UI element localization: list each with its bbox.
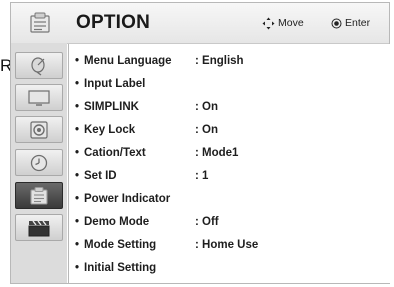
menu-item-power-indicator[interactable]: • Power Indicator: [69, 189, 390, 209]
hint-move: Move: [262, 15, 304, 31]
menu-item-mode-setting[interactable]: • Mode Setting : Home Use: [69, 235, 390, 255]
bullet: •: [75, 193, 80, 205]
sidebar-item-picture[interactable]: [15, 84, 63, 111]
sidebar-item-time[interactable]: [15, 149, 63, 176]
menu-item-label: Menu Language: [84, 55, 172, 67]
menu-item-value: : Off: [195, 216, 219, 228]
category-sidebar: [11, 43, 67, 283]
hint-move-label: Move: [278, 17, 304, 29]
menu-content: • Menu Language : English • Input Label …: [68, 44, 390, 283]
sidebar-item-option[interactable]: [15, 182, 63, 209]
screen-icon: [28, 89, 50, 106]
menu-item-menu-language[interactable]: • Menu Language : English: [69, 51, 390, 71]
bullet: •: [75, 55, 80, 67]
speaker-icon: [30, 120, 48, 139]
menu-item-label: SIMPLINK: [84, 101, 139, 113]
menu-item-value: : Home Use: [195, 239, 259, 251]
bullet: •: [75, 216, 80, 228]
menu-item-demo-mode[interactable]: • Demo Mode : Off: [69, 212, 390, 232]
menu-item-label: Cation/Text: [84, 147, 146, 159]
page-title: OPTION: [76, 12, 151, 33]
bullet: •: [75, 124, 80, 136]
hint-enter: Enter: [331, 15, 370, 31]
menu-item-value: : English: [195, 55, 244, 67]
menu-item-label: Demo Mode: [84, 216, 150, 228]
menu-item-key-lock[interactable]: • Key Lock : On: [69, 120, 390, 140]
menu-item-value: : On: [195, 124, 218, 136]
bullet: •: [75, 170, 80, 182]
sidebar-item-channel[interactable]: [15, 52, 63, 79]
option-menu-panel: OPTION Move Enter • Menu Language: Engl…: [10, 2, 390, 284]
bullet: •: [75, 262, 80, 274]
bullet: •: [75, 78, 80, 90]
menu-item-input-label[interactable]: • Input Label: [69, 74, 390, 94]
hint-enter-label: Enter: [345, 17, 371, 29]
satellite-dish-icon: [31, 56, 45, 76]
menu-item-label: Input Label: [84, 78, 146, 90]
menu-item-set-id[interactable]: • Set ID : 1: [69, 166, 390, 186]
menu-item-caption-text[interactable]: • Cation/Text : Mode1: [69, 143, 390, 163]
menu-header: OPTION Move Enter: [11, 3, 389, 44]
clock-icon: [30, 154, 48, 171]
menu-item-value: : On: [195, 101, 218, 113]
enter-button-icon: [331, 18, 342, 28]
bullet: •: [75, 239, 80, 251]
menu-item-label: Set ID: [84, 170, 117, 182]
menu-item-label: Initial Setting: [84, 262, 157, 274]
menu-item-value: : 1: [195, 170, 209, 182]
option-lock-icon: [27, 11, 53, 35]
menu-item-label: Power Indicator: [84, 193, 171, 205]
menu-item-value: : Mode1: [195, 147, 239, 159]
menu-item-initial-setting[interactable]: • Initial Setting: [69, 258, 390, 278]
menu-item-label: Mode Setting: [84, 239, 157, 251]
sidebar-item-audio[interactable]: [15, 116, 63, 143]
option-lock-icon: [30, 186, 48, 205]
input-clapper-icon: [28, 220, 50, 236]
navigate-arrows-icon: [262, 17, 275, 29]
menu-item-simplink[interactable]: • SIMPLINK : On: [69, 97, 390, 117]
bullet: •: [75, 101, 80, 113]
sidebar-item-input[interactable]: [15, 214, 63, 241]
menu-item-label: Key Lock: [84, 124, 136, 136]
bullet: •: [75, 147, 80, 159]
